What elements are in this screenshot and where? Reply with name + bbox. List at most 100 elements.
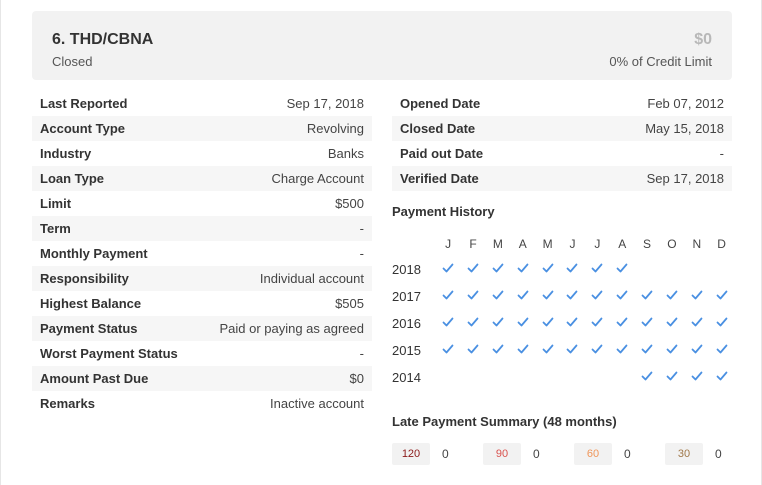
paid-on-time-check-icon: [535, 316, 560, 331]
month-label: J: [569, 237, 576, 251]
detail-row-amount-past-due: Amount Past Due $0: [32, 366, 372, 391]
detail-label: Industry: [40, 146, 92, 161]
paid-on-time-check-icon: [436, 343, 461, 358]
payment-history-months-row: JFMAMJJASOND: [392, 232, 734, 256]
paid-on-time-check-icon: [510, 289, 535, 304]
late-payment-summary-title: Late Payment Summary (48 months): [392, 414, 617, 429]
detail-row-remarks: Remarks Inactive account: [32, 391, 372, 416]
month-label: O: [667, 237, 677, 251]
check-icon: [716, 289, 728, 301]
paid-on-time-check-icon: [485, 316, 510, 331]
month-label: J: [445, 237, 452, 251]
check-icon: [442, 316, 454, 328]
paid-on-time-check-icon: [659, 289, 684, 304]
paid-on-time-check-icon: [560, 343, 585, 358]
detail-value: Banks: [327, 146, 364, 161]
paid-on-time-check-icon: [560, 289, 585, 304]
check-icon: [666, 316, 678, 328]
detail-row-worst-payment-status: Worst Payment Status -: [32, 341, 372, 366]
paid-on-time-check-icon: [560, 316, 585, 331]
check-icon: [691, 370, 703, 382]
paid-on-time-check-icon: [510, 343, 535, 358]
detail-row-monthly-payment: Monthly Payment -: [32, 241, 372, 266]
detail-row-closed-date: Closed Date May 15, 2018: [392, 116, 732, 141]
check-icon: [442, 343, 454, 355]
paid-on-time-check-icon: [635, 316, 660, 331]
paid-on-time-check-icon: [610, 289, 635, 304]
detail-value: Paid or paying as agreed: [219, 321, 364, 336]
month-label: J: [594, 237, 601, 251]
detail-row-loan-type: Loan Type Charge Account: [32, 166, 372, 191]
year-label: 2015: [392, 343, 421, 358]
paid-on-time-check-icon: [684, 316, 709, 331]
check-icon: [591, 316, 603, 328]
paid-on-time-check-icon: [659, 316, 684, 331]
account-details-left: Last Reported Sep 17, 2018 Account Type Rev…: [32, 91, 372, 416]
check-icon: [616, 316, 628, 328]
detail-value: -: [719, 146, 724, 161]
paid-on-time-check-icon: [659, 343, 684, 358]
check-icon: [716, 316, 728, 328]
check-icon: [641, 289, 653, 301]
check-icon: [566, 316, 578, 328]
late-60-days: 60 0: [574, 443, 665, 465]
detail-label: Closed Date: [400, 121, 476, 136]
detail-row-opened-date: Opened Date Feb 07, 2012: [392, 91, 732, 116]
month-label: A: [518, 237, 527, 251]
detail-label: Last Reported: [40, 96, 128, 111]
check-icon: [467, 289, 479, 301]
check-icon: [566, 289, 578, 301]
month-label: F: [469, 237, 477, 251]
year-label: 2018: [392, 262, 421, 277]
paid-on-time-check-icon: [684, 343, 709, 358]
detail-value: May 15, 2018: [645, 121, 724, 136]
detail-value: Individual account: [259, 271, 364, 286]
check-icon: [716, 343, 728, 355]
check-icon: [492, 343, 504, 355]
payment-history-grid: J F M A M J J A S O N D 2018 2017 2016 2015 2014: [392, 232, 734, 391]
paid-on-time-check-icon: [461, 316, 486, 331]
month-label: S: [643, 237, 652, 251]
late-count: 0: [624, 447, 631, 461]
detail-label: Account Type: [40, 121, 125, 136]
check-icon: [517, 343, 529, 355]
year-label: 2014: [392, 370, 421, 385]
paid-on-time-check-icon: [585, 316, 610, 331]
check-icon: [442, 262, 454, 274]
paid-on-time-check-icon: [485, 343, 510, 358]
check-icon: [616, 343, 628, 355]
account-header: 6. THD/CBNA Closed $0 0% of Credit Limit: [32, 11, 732, 80]
check-icon: [691, 289, 703, 301]
check-icon: [566, 262, 578, 274]
late-30-days: 30 0: [665, 443, 756, 465]
paid-on-time-check-icon: [709, 370, 734, 385]
detail-value: Inactive account: [270, 396, 364, 411]
paid-on-time-check-icon: [684, 289, 709, 304]
check-icon: [517, 316, 529, 328]
paid-on-time-check-icon: [461, 262, 486, 277]
detail-label: Payment Status: [40, 321, 138, 336]
paid-on-time-check-icon: [535, 262, 560, 277]
detail-value: $500: [335, 196, 364, 211]
detail-value: -: [359, 246, 364, 261]
paid-on-time-check-icon: [635, 289, 660, 304]
detail-value: Revolving: [306, 121, 364, 136]
check-icon: [542, 289, 554, 301]
paid-on-time-check-icon: [560, 262, 585, 277]
account-card: 6. THD/CBNA Closed $0 0% of Credit Limit…: [0, 0, 762, 485]
late-days-badge: 60: [574, 443, 612, 465]
detail-row-responsibility: Responsibility Individual account: [32, 266, 372, 291]
year-label: 2017: [392, 289, 421, 304]
payment-history-year-2014: 2014: [392, 364, 734, 391]
payment-history-year-2016: 2016: [392, 310, 734, 337]
detail-row-last-reported: Last Reported Sep 17, 2018: [32, 91, 372, 116]
detail-label: Remarks: [40, 396, 95, 411]
paid-on-time-check-icon: [461, 289, 486, 304]
account-details-right: Opened Date Feb 07, 2012 Closed Date May 15…: [392, 91, 732, 191]
detail-row-verified-date: Verified Date Sep 17, 2018: [392, 166, 732, 191]
paid-on-time-check-icon: [635, 343, 660, 358]
check-icon: [467, 262, 479, 274]
payment-history-title: Payment History: [392, 204, 495, 219]
check-icon: [716, 370, 728, 382]
check-icon: [542, 343, 554, 355]
